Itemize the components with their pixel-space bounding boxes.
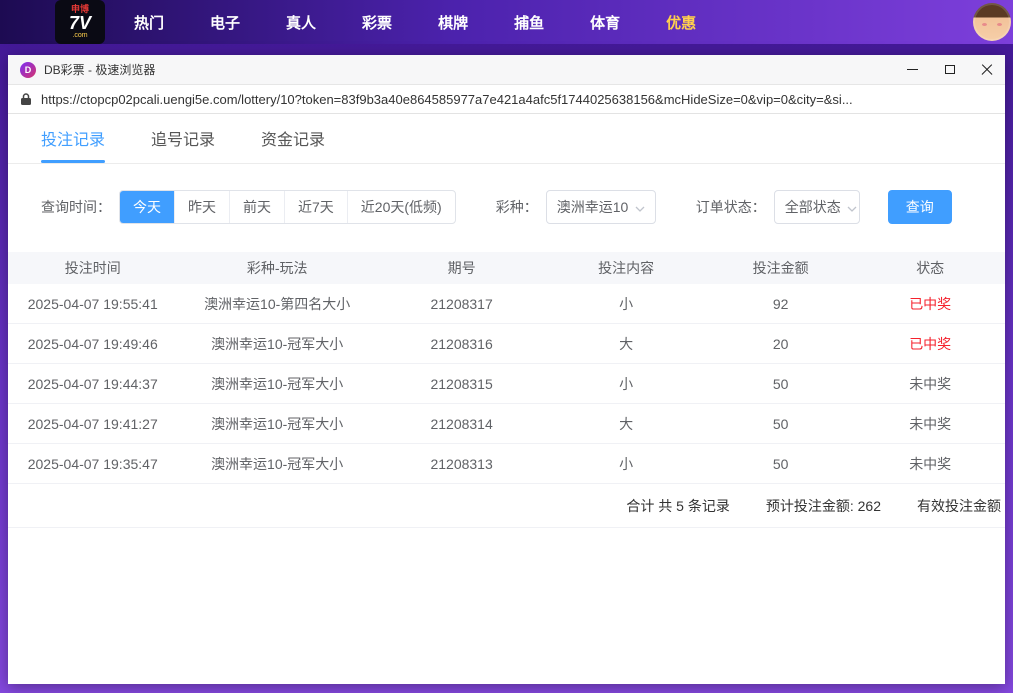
nav-item-4[interactable]: 彩票 — [339, 12, 415, 33]
cell-status: 未中奖 — [855, 414, 1005, 434]
cell-bet-amount: 50 — [706, 456, 856, 472]
window-title-bar: D DB彩票 - 极速浏览器 — [8, 55, 1005, 85]
window-title: DB彩票 - 极速浏览器 — [44, 61, 155, 78]
time-option-5[interactable]: 近20天(低频) — [348, 191, 455, 223]
cell-issue-number: 21208313 — [377, 456, 546, 472]
cell-bet-amount: 50 — [706, 416, 856, 432]
nav-item-2[interactable]: 电子 — [187, 12, 263, 33]
window-controls — [894, 55, 1005, 84]
column-header-5: 投注金额 — [706, 258, 856, 278]
table-row: 2025-04-07 19:55:41澳洲幸运10-第四名大小21208317小… — [8, 284, 1005, 324]
time-filter-group: 今天昨天前天近7天近20天(低频) — [119, 190, 456, 224]
lottery-select[interactable]: 澳洲幸运10 — [546, 190, 656, 224]
cell-issue-number: 21208316 — [377, 336, 546, 352]
order-status-select[interactable]: 全部状态 — [774, 190, 860, 224]
chevron-down-icon — [847, 199, 857, 215]
minimize-button[interactable] — [894, 55, 931, 84]
summary-valid-amount: 有效投注金额 — [917, 496, 1001, 516]
top-bar: 申博 7V .com 热门电子真人彩票棋牌捕鱼体育优惠 — [0, 0, 1013, 44]
cell-issue-number: 21208315 — [377, 376, 546, 392]
cell-bet-time: 2025-04-07 19:35:47 — [8, 456, 177, 472]
tab-1[interactable]: 投注记录 — [41, 126, 105, 163]
maximize-button[interactable] — [931, 55, 968, 84]
time-option-4[interactable]: 近7天 — [285, 191, 348, 223]
time-option-1[interactable]: 今天 — [120, 191, 175, 223]
tabs: 投注记录 追号记录 资金记录 — [8, 114, 1005, 164]
summary-bar: 合计 共 5 条记录 预计投注金额: 262 有效投注金额 — [8, 484, 1005, 528]
cell-game-play: 澳洲幸运10-冠军大小 — [177, 374, 376, 394]
column-header-1: 投注时间 — [8, 258, 177, 278]
column-header-3: 期号 — [377, 258, 546, 278]
browser-window: D DB彩票 - 极速浏览器 https://ctopcp02pcali.uen… — [8, 55, 1005, 684]
cell-status: 已中奖 — [855, 334, 1005, 354]
logo-suffix-text: .com — [72, 32, 87, 39]
cell-bet-content: 小 — [546, 374, 706, 394]
table-row: 2025-04-07 19:44:37澳洲幸运10-冠军大小21208315小5… — [8, 364, 1005, 404]
cell-status: 未中奖 — [855, 374, 1005, 394]
table-row: 2025-04-07 19:49:46澳洲幸运10-冠军大小21208316大2… — [8, 324, 1005, 364]
table-row: 2025-04-07 19:41:27澳洲幸运10-冠军大小21208314大5… — [8, 404, 1005, 444]
cell-bet-content: 小 — [546, 454, 706, 474]
query-button[interactable]: 查询 — [888, 190, 952, 224]
cell-status: 未中奖 — [855, 454, 1005, 474]
address-bar[interactable]: https://ctopcp02pcali.uengi5e.com/lotter… — [8, 85, 1005, 114]
cell-bet-content: 大 — [546, 334, 706, 354]
cell-issue-number: 21208317 — [377, 296, 546, 312]
cell-bet-content: 大 — [546, 414, 706, 434]
cell-issue-number: 21208314 — [377, 416, 546, 432]
time-option-3[interactable]: 前天 — [230, 191, 285, 223]
cell-game-play: 澳洲幸运10-第四名大小 — [177, 294, 376, 314]
cell-bet-amount: 50 — [706, 376, 856, 392]
order-status-value: 全部状态 — [785, 197, 841, 217]
table-body: 2025-04-07 19:55:41澳洲幸运10-第四名大小21208317小… — [8, 284, 1005, 484]
cell-bet-amount: 20 — [706, 336, 856, 352]
column-header-4: 投注内容 — [546, 258, 706, 278]
column-header-6: 状态 — [855, 258, 1005, 278]
tab-3[interactable]: 资金记录 — [261, 126, 325, 163]
time-option-2[interactable]: 昨天 — [175, 191, 230, 223]
cell-bet-content: 小 — [546, 294, 706, 314]
cell-game-play: 澳洲幸运10-冠军大小 — [177, 454, 376, 474]
minimize-icon — [907, 69, 918, 70]
cell-bet-time: 2025-04-07 19:44:37 — [8, 376, 177, 392]
cell-game-play: 澳洲幸运10-冠军大小 — [177, 334, 376, 354]
nav-item-3[interactable]: 真人 — [263, 12, 339, 33]
top-nav: 热门电子真人彩票棋牌捕鱼体育优惠 — [111, 12, 719, 33]
table-header: 投注时间彩种-玩法期号投注内容投注金额状态 — [8, 252, 1005, 284]
user-avatar[interactable] — [973, 3, 1011, 41]
cell-bet-time: 2025-04-07 19:49:46 — [8, 336, 177, 352]
cell-game-play: 澳洲幸运10-冠军大小 — [177, 414, 376, 434]
nav-item-8[interactable]: 优惠 — [643, 12, 719, 33]
lottery-filter-label: 彩种： — [496, 197, 538, 217]
status-filter-label: 订单状态： — [696, 197, 766, 217]
url-text[interactable]: https://ctopcp02pcali.uengi5e.com/lotter… — [41, 92, 853, 107]
summary-total: 合计 共 5 条记录 — [626, 496, 729, 516]
close-icon — [981, 64, 993, 76]
filter-bar: 查询时间： 今天昨天前天近7天近20天(低频) 彩种： 澳洲幸运10 订单状态：… — [8, 164, 1005, 242]
table-row: 2025-04-07 19:35:47澳洲幸运10-冠军大小21208313小5… — [8, 444, 1005, 484]
page-content: 投注记录 追号记录 资金记录 查询时间： 今天昨天前天近7天近20天(低频) 彩种：… — [8, 114, 1005, 684]
nav-item-5[interactable]: 棋牌 — [415, 12, 491, 33]
close-button[interactable] — [968, 55, 1005, 84]
cell-status: 已中奖 — [855, 294, 1005, 314]
logo-main-text: 7V — [69, 14, 91, 32]
cell-bet-time: 2025-04-07 19:55:41 — [8, 296, 177, 312]
lottery-select-value: 澳洲幸运10 — [557, 197, 629, 217]
chevron-down-icon — [635, 199, 645, 215]
summary-expected-amount: 预计投注金额: 262 — [766, 496, 881, 516]
nav-item-6[interactable]: 捕鱼 — [491, 12, 567, 33]
cell-bet-time: 2025-04-07 19:41:27 — [8, 416, 177, 432]
lock-icon — [20, 92, 32, 106]
maximize-icon — [945, 65, 955, 74]
tab-2[interactable]: 追号记录 — [151, 126, 215, 163]
nav-item-1[interactable]: 热门 — [111, 12, 187, 33]
app-icon: D — [20, 62, 36, 78]
time-filter-label: 查询时间： — [41, 197, 111, 217]
site-logo[interactable]: 申博 7V .com — [55, 0, 105, 44]
cell-bet-amount: 92 — [706, 296, 856, 312]
nav-item-7[interactable]: 体育 — [567, 12, 643, 33]
column-header-2: 彩种-玩法 — [177, 258, 376, 278]
